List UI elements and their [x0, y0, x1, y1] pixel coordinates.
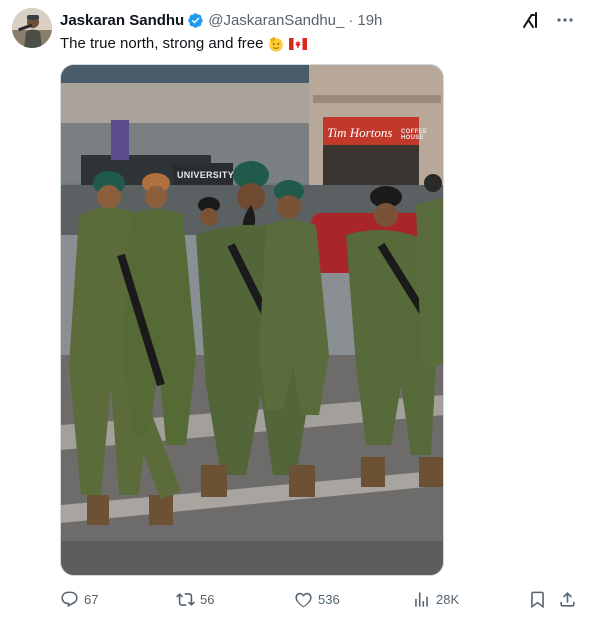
display-name[interactable]: Jaskaran Sandhu	[60, 12, 184, 29]
share-button[interactable]	[558, 588, 577, 610]
views-count: 28K	[436, 591, 460, 607]
tweet-media-photo[interactable]: Tim Hortons COFFEE HOUSE UNIVERSITY	[60, 64, 444, 576]
reply-icon	[61, 591, 78, 607]
repost-button[interactable]: 56	[176, 588, 214, 610]
reply-button[interactable]: 67	[60, 588, 98, 610]
timestamp[interactable]: 19h	[357, 12, 382, 29]
building-sign: UNIVERSITY	[177, 170, 235, 180]
verified-badge-icon	[188, 12, 203, 28]
grok-icon[interactable]	[521, 10, 541, 30]
heart-icon	[295, 592, 312, 607]
user-handle[interactable]: @JaskaranSandhu_	[208, 12, 344, 29]
more-options-icon[interactable]	[555, 10, 575, 30]
like-button[interactable]: 536	[294, 588, 340, 610]
storefront-sub-sign: COFFEE HOUSE	[401, 129, 428, 141]
views-button[interactable]: 28K	[412, 588, 459, 610]
avatar[interactable]	[12, 8, 52, 48]
bookmark-icon	[531, 591, 544, 608]
top-actions	[521, 10, 575, 30]
separator-dot: ·	[348, 11, 354, 29]
parade-photo	[61, 65, 443, 575]
repost-count: 56	[200, 591, 215, 607]
canada-flag-icon	[289, 38, 308, 50]
storefront-sign: Tim Hortons	[327, 125, 393, 140]
action-bar: 67 56 536 28K	[60, 588, 580, 610]
repost-icon	[176, 592, 195, 606]
like-count: 536	[318, 591, 340, 607]
views-chart-icon	[415, 591, 428, 607]
reply-count: 67	[84, 591, 99, 607]
share-icon	[560, 591, 575, 607]
tweet-text: The true north, strong and free	[60, 34, 308, 54]
bookmark-button[interactable]	[528, 588, 547, 610]
tweet[interactable]: Jaskaran Sandhu @JaskaranSandhu_ · 19h T…	[0, 0, 595, 617]
saluting-face-icon	[269, 36, 284, 52]
tweet-text-content: The true north, strong and free	[60, 35, 264, 52]
tweet-header: Jaskaran Sandhu @JaskaranSandhu_ · 19h	[60, 10, 382, 30]
